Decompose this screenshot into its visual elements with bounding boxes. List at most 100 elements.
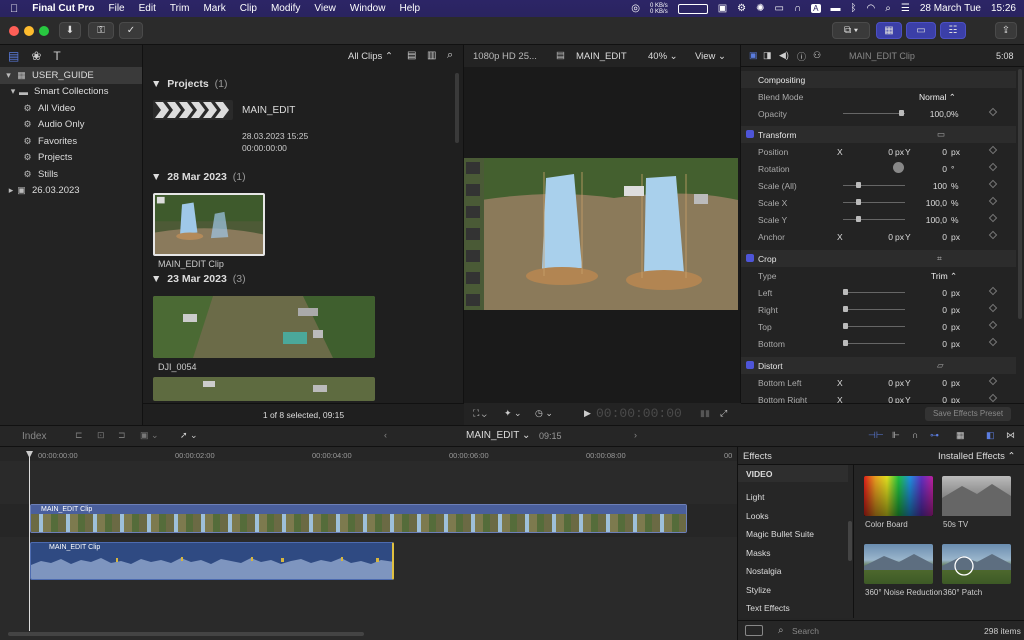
effects-browser-icon[interactable]: ◧ (986, 430, 995, 441)
brightness-icon[interactable]: ✺ (756, 3, 764, 14)
rotation-dial[interactable] (893, 162, 904, 173)
save-effects-preset-button[interactable]: Save Effects Preset (925, 407, 1011, 421)
menu-modify[interactable]: Modify (271, 3, 300, 14)
import-button[interactable]: ⬇ (59, 22, 81, 39)
keyframe-icon[interactable] (988, 303, 998, 313)
position-x[interactable]: 0 (865, 147, 893, 157)
menu-clip[interactable]: Clip (240, 3, 257, 14)
time[interactable]: 15:26 (991, 3, 1016, 14)
video-inspector-icon[interactable]: ▣ (749, 50, 758, 61)
library-item[interactable]: ▾ ▦ USER_GUIDE (0, 67, 142, 84)
transitions-icon[interactable]: ⋈ (1006, 430, 1015, 441)
keyframe-icon[interactable] (988, 145, 998, 155)
crop-top-slider[interactable] (843, 326, 905, 327)
effects-category-text-effects[interactable]: Text Effects (746, 603, 790, 613)
keyboard-icon[interactable]: A (811, 4, 821, 13)
section-28-mar[interactable]: ▼ 28 Mar 2023 (1) (151, 171, 246, 183)
opacity-slider[interactable] (843, 113, 905, 114)
date[interactable]: 28 March Tue (920, 3, 981, 14)
screen-icon[interactable]: ▭ (775, 3, 784, 14)
menu-trim[interactable]: Trim (170, 3, 190, 14)
minimize-button[interactable] (24, 26, 34, 36)
menu-window[interactable]: Window (350, 3, 386, 14)
crop-left-slider[interactable] (843, 292, 905, 293)
distort-header[interactable]: Distort ▱ (741, 357, 1016, 374)
history-forward-icon[interactable]: › (634, 430, 637, 440)
position-y[interactable]: 0 (917, 147, 947, 157)
workspace-button[interactable]: ⧉ ▾ (832, 22, 870, 39)
background-tasks-button[interactable]: ✓ (119, 22, 143, 39)
effects-category-light[interactable]: Light (746, 492, 764, 502)
clip-thumbnail[interactable] (153, 377, 375, 401)
effects-search-input[interactable]: Search (792, 626, 819, 636)
compositing-header[interactable]: Compositing (741, 71, 1016, 88)
snapping-icon[interactable]: ⊶ (930, 430, 939, 441)
effect-thumb-360-noise-reduction[interactable] (864, 544, 933, 584)
keyframe-icon[interactable] (988, 320, 998, 330)
solo-icon[interactable]: ∩ (912, 430, 918, 440)
project-thumbnail[interactable] (153, 100, 233, 120)
insert-icon[interactable]: ⊡ (97, 430, 105, 441)
scale-y-slider[interactable] (843, 219, 905, 220)
scale-slider[interactable] (843, 185, 905, 186)
apple-icon[interactable]:  (10, 3, 18, 15)
crop-checkbox[interactable] (746, 254, 754, 262)
anchor-x[interactable]: 0 (865, 232, 893, 242)
crop-right-slider[interactable] (843, 309, 905, 310)
play-icon[interactable]: ▶ (584, 408, 591, 419)
keyframe-icon[interactable] (988, 107, 998, 117)
section-23-mar[interactable]: ▼ 23 Mar 2023 (3) (151, 273, 246, 285)
effects-category-nostalgia[interactable]: Nostalgia (746, 566, 781, 576)
menu-mark[interactable]: Mark (203, 3, 225, 14)
keyframe-icon[interactable] (988, 230, 998, 240)
fullscreen-icon[interactable]: ⤢ (720, 408, 727, 419)
inspector-scrollbar[interactable] (1018, 69, 1022, 319)
keyframe-icon[interactable] (988, 393, 998, 403)
skimming-icon[interactable]: ⊣⊢ (868, 430, 884, 441)
connect-icon[interactable]: ⊏ (75, 430, 83, 441)
libraries-icon[interactable]: ▤ (8, 49, 19, 63)
clip-thumbnail-main-edit[interactable] (153, 193, 265, 256)
video-clip[interactable]: MAIN_EDIT Clip (30, 504, 687, 533)
crop-bottom-slider[interactable] (843, 343, 905, 344)
crop-header[interactable]: Crop ⌗ (741, 250, 1016, 267)
effects-category-looks[interactable]: Looks (746, 511, 769, 521)
photos-icon[interactable]: ❀ (31, 49, 41, 63)
anchor-y[interactable]: 0 (917, 232, 947, 242)
audio-inspector-icon[interactable]: ◀) (779, 50, 789, 61)
opacity-knob[interactable] (899, 110, 904, 116)
effect-thumb-360-patch[interactable] (942, 544, 1011, 584)
effect-thumb-color-board[interactable] (864, 476, 933, 516)
info-icon[interactable]: ⓘ (797, 50, 806, 63)
zoom-button[interactable] (39, 26, 49, 36)
sidebar-item-smart-collections[interactable]: ▾ ▬ Smart Collections (0, 84, 142, 101)
effects-category-video[interactable]: VIDEO (738, 465, 848, 482)
effects-category-magic-bullet[interactable]: Magic Bullet Suite (746, 529, 814, 539)
crop-top-knob[interactable] (843, 323, 848, 329)
menu-app[interactable]: Final Cut Pro (32, 3, 94, 14)
crop-right-knob[interactable] (843, 306, 848, 312)
browser-toggle[interactable]: ▦ (876, 22, 902, 39)
keywords-button[interactable]: ⚿ (88, 22, 114, 39)
history-back-icon[interactable]: ‹ (384, 430, 387, 440)
sidebar-item-stills[interactable]: ⚙ Stills (0, 166, 142, 183)
sidebar-item-all-video[interactable]: ⚙ All Video (0, 100, 142, 117)
scale-x-knob[interactable] (856, 199, 861, 205)
audio-meters-icon[interactable]: ▮▮ (700, 408, 710, 419)
crop-left-knob[interactable] (843, 289, 848, 295)
control-center-icon[interactable]: ☰ (901, 3, 910, 14)
installed-effects-dropdown[interactable]: Installed Effects ⌃ (938, 451, 1016, 462)
playhead[interactable] (29, 451, 30, 631)
transform-header[interactable]: Transform ▭ (741, 126, 1016, 143)
timeline-panel[interactable]: 00:00:00:00 00:00:02:00 00:00:04:00 00:0… (0, 447, 737, 640)
keyframe-icon[interactable] (988, 286, 998, 296)
scale-y-knob[interactable] (856, 216, 861, 222)
enhance-icon[interactable]: ✦ ⌄ (504, 408, 522, 419)
keyframe-icon[interactable] (988, 213, 998, 223)
zoom-dropdown[interactable]: 40% ⌄ (648, 51, 678, 62)
browser-scrollbar[interactable] (455, 73, 459, 143)
audio-clip[interactable]: MAIN_EDIT Clip (30, 542, 394, 580)
keyframe-icon[interactable] (988, 179, 998, 189)
timeline-scrollbar[interactable] (8, 632, 364, 636)
effects-category-stylize[interactable]: Stylize (746, 585, 771, 595)
